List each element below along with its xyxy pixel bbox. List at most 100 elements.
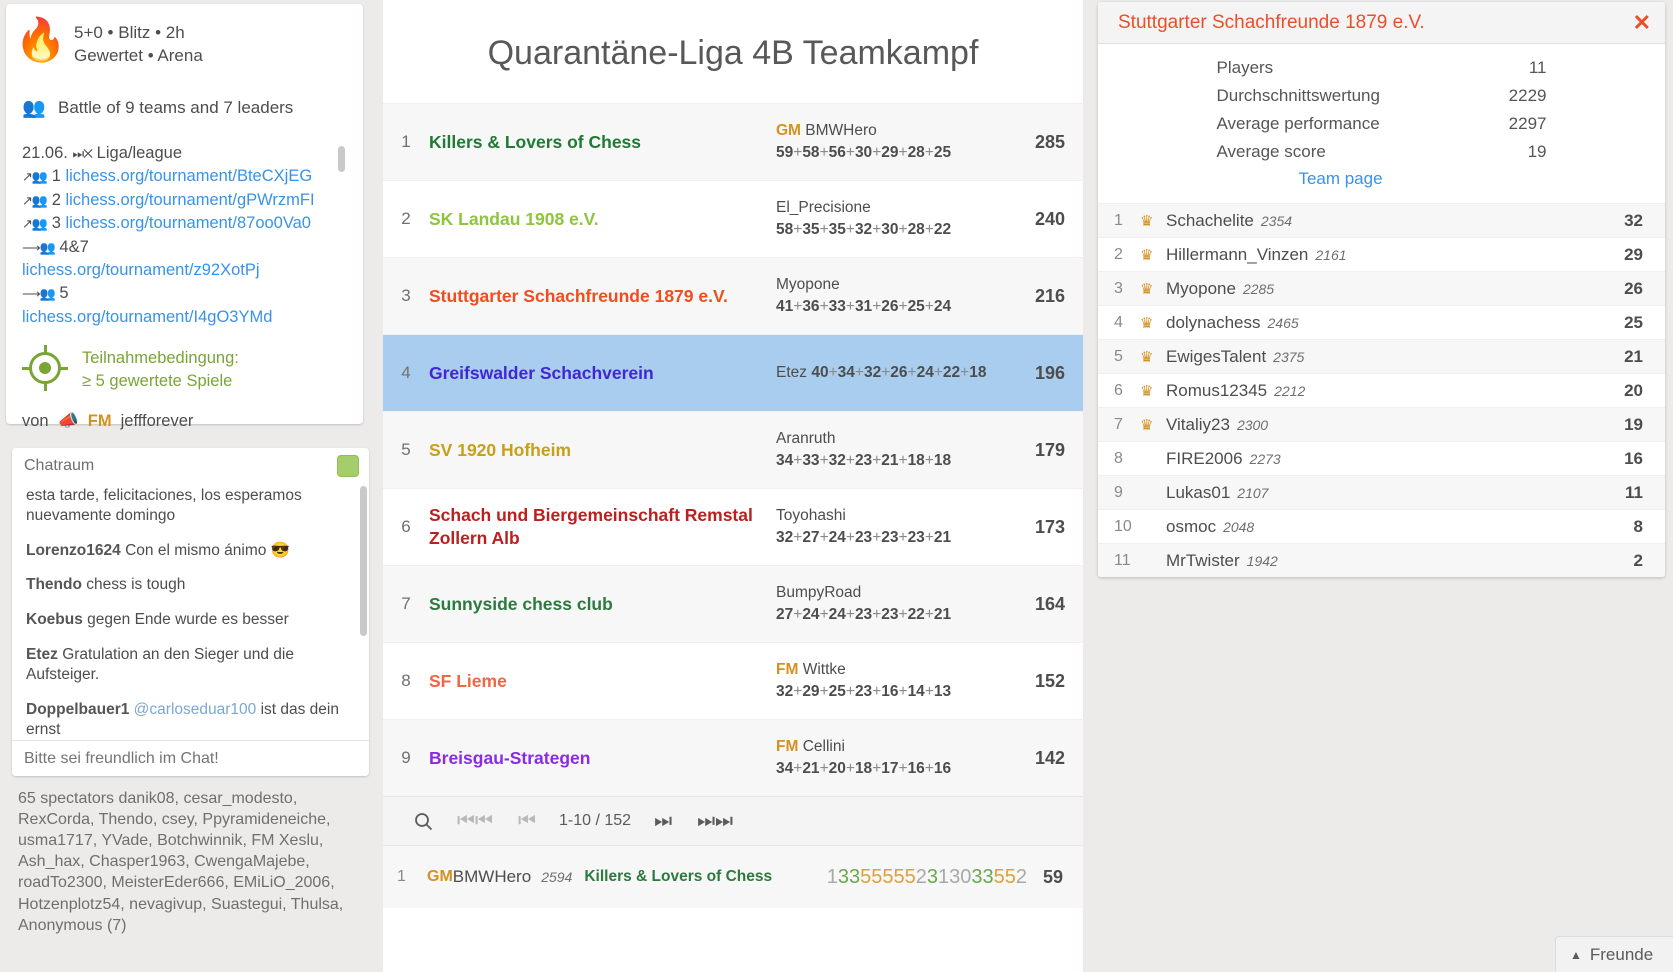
stat-label: Average performance	[1216, 114, 1380, 133]
member-rank: 4	[1114, 313, 1123, 331]
team-name[interactable]: Breisgau-Strategen	[429, 747, 776, 770]
team-name[interactable]: SF Lieme	[429, 670, 776, 693]
chat-mention[interactable]: @carloseduar100	[134, 701, 257, 718]
leader-score: 21	[802, 760, 820, 777]
leader-score: 23	[854, 683, 873, 700]
player-score-sheet: 133555552313033552	[827, 866, 1043, 889]
chat-user[interactable]: Koebus	[26, 611, 83, 628]
leader-name[interactable]: BumpyRoad	[776, 584, 861, 601]
table-row[interactable]: 4 Greifswalder Schachverein Etez 40+34+32+…	[383, 334, 1083, 411]
list-item[interactable]: 2 ♛ Hillermann_Vinzen 2161 29	[1098, 237, 1665, 271]
team-name[interactable]: SV 1920 Hofheim	[429, 439, 776, 462]
team-name[interactable]: SK Landau 1908 e.V.	[429, 208, 776, 231]
leader-title: FM	[776, 737, 799, 755]
chat-user[interactable]: Lorenzo1624	[26, 542, 121, 559]
table-row[interactable]: 8 SF Lieme FM Wittke 32+29+25+23+16+14+13 1…	[383, 642, 1083, 719]
player-standings-row[interactable]: 1 GM BMWHero 2594 Killers & Lovers of Ch…	[383, 846, 1083, 908]
list-item[interactable]: 9 Lukas01 2107 11	[1098, 475, 1665, 509]
score-digit: 2	[1015, 865, 1027, 888]
friends-label: Freunde	[1589, 944, 1654, 964]
list-item: Etez Gratulation an den Sieger und die A…	[26, 645, 355, 686]
leader-name[interactable]: Etez	[776, 364, 807, 381]
stat-label: Durchschnittswertung	[1216, 86, 1380, 105]
leader-name[interactable]: Aranruth	[776, 430, 835, 447]
leader-name[interactable]: BMWHero	[805, 122, 876, 139]
chat-user[interactable]: Doppelbauer1	[26, 701, 129, 718]
table-row[interactable]: 7 Sunnyside chess club BumpyRoad 27+24+24+…	[383, 565, 1083, 642]
crown-icon: ♛	[1140, 382, 1154, 400]
member-name[interactable]: dolynachess	[1166, 313, 1261, 333]
team-stats: Players 11 Durchschnittswertung 2229 Ave…	[1098, 44, 1665, 203]
leader-score: 32	[828, 452, 846, 469]
member-name[interactable]: EwigesTalent	[1166, 347, 1266, 367]
team-name[interactable]: Sunnyside chess club	[429, 593, 776, 616]
next-page-button[interactable]: ⏭	[637, 801, 689, 841]
friends-widget[interactable]: ▲ Freunde	[1555, 936, 1673, 972]
prev-page-button[interactable]: ⏮	[501, 801, 553, 841]
list-item[interactable]: 6 ♛ Romus12345 2212 20	[1098, 373, 1665, 407]
chat-scrollbar[interactable]	[360, 486, 367, 636]
list-item[interactable]: 10 osmoc 2048 8	[1098, 509, 1665, 543]
leader-name[interactable]: Myopone	[776, 276, 840, 293]
team-name[interactable]: Stuttgarter Schachfreunde 1879 e.V.	[429, 285, 776, 308]
list-item[interactable]: 8 FIRE2006 2273 16	[1098, 441, 1665, 475]
table-row[interactable]: 9 Breisgau-Strategen FM Cellini 34+21+20+1…	[383, 719, 1083, 796]
table-row[interactable]: 1 Killers & Lovers of Chess GM BMWHero 59+…	[383, 103, 1083, 180]
list-item[interactable]: 7 ♛ Vitaliy23 2300 19	[1098, 407, 1665, 441]
table-row[interactable]: 3 Stuttgarter Schachfreunde 1879 e.V. Myop…	[383, 257, 1083, 334]
chat-user[interactable]: Thendo	[26, 576, 82, 593]
list-item[interactable]: 5 ♛ EwigesTalent 2375 21	[1098, 339, 1665, 373]
team-leader-scores: Etez 40+34+32+26+24+22+18	[776, 363, 987, 381]
member-name[interactable]: Vitaliy23	[1166, 415, 1230, 435]
chat-toggle-button[interactable]	[337, 455, 359, 477]
member-rating: 2354	[1260, 212, 1293, 229]
table-row[interactable]: 5 SV 1920 Hofheim Aranruth 34+33+32+23+21+…	[383, 411, 1083, 488]
player-name[interactable]: BMWHero	[453, 867, 531, 887]
search-icon[interactable]	[397, 801, 449, 841]
table-row[interactable]: 6 Schach und Biergemeinschaft Remstal Zol…	[383, 488, 1083, 565]
score-digit: 5	[993, 865, 1005, 888]
member-name[interactable]: MrTwister	[1166, 551, 1240, 571]
member-name[interactable]: Hillermann_Vinzen	[1166, 245, 1308, 265]
tournament-link-3[interactable]: lichess.org/tournament/87oo0Va0	[65, 214, 311, 232]
entry-condition: Teilnahmebedingung: ≥ 5 gewertete Spiele	[22, 345, 347, 393]
tournament-link-2[interactable]: lichess.org/tournament/gPWrzmFI	[65, 191, 314, 209]
stat-label: Average score	[1216, 142, 1326, 161]
member-name[interactable]: Schachelite	[1166, 211, 1254, 231]
leader-name[interactable]: El_Precisione	[776, 199, 871, 216]
tournament-link-5[interactable]: lichess.org/tournament/I4gO3YMd	[22, 308, 272, 326]
team-name[interactable]: Greifswalder Schachverein	[429, 362, 776, 385]
member-name[interactable]: osmoc	[1166, 517, 1216, 537]
description-scrollbar[interactable]	[338, 145, 345, 172]
player-team[interactable]: Killers & Lovers of Chess	[584, 868, 772, 886]
tournament-link-4[interactable]: lichess.org/tournament/z92XotPj	[22, 261, 260, 279]
tournament-link-1[interactable]: lichess.org/tournament/BteCXjEG	[65, 167, 312, 185]
leader-score: 32	[776, 529, 794, 546]
list-item[interactable]: 3 ♛ Myopone 2285 26	[1098, 271, 1665, 305]
member-name[interactable]: Romus12345	[1166, 381, 1267, 401]
crown-icon: ♛	[1140, 314, 1154, 332]
team-page-link[interactable]: Team page	[1298, 169, 1382, 189]
chat-user[interactable]: Etez	[26, 646, 58, 663]
leader-name[interactable]: Toyohashi	[776, 507, 846, 524]
crown-icon: ♛	[1140, 416, 1154, 434]
list-item[interactable]: 4 ♛ dolynachess 2465 25	[1098, 305, 1665, 339]
leader-name[interactable]: Wittke	[803, 661, 846, 678]
chat-scroll-area[interactable]: equipo killers & Lovers of Chess, gran t…	[12, 484, 369, 734]
author-name[interactable]: jeffforever	[121, 412, 194, 431]
team-name[interactable]: Schach und Biergemeinschaft Remstal Zoll…	[429, 504, 776, 550]
member-name[interactable]: FIRE2006	[1166, 449, 1243, 469]
table-row[interactable]: 2 SK Landau 1908 e.V. El_Precisione 58+35+…	[383, 180, 1083, 257]
list-item[interactable]: 11 MrTwister 1942 2	[1098, 543, 1665, 577]
member-name[interactable]: Myopone	[1166, 279, 1236, 299]
chat-input[interactable]	[12, 740, 369, 776]
member-name[interactable]: Lukas01	[1166, 483, 1230, 503]
member-rating: 2465	[1267, 314, 1299, 331]
list-item[interactable]: 1 ♛ Schachelite 2354 32	[1098, 203, 1665, 237]
close-icon[interactable]: ✕	[1633, 11, 1651, 34]
score-digit: 5	[860, 865, 872, 888]
leader-name[interactable]: Cellini	[803, 738, 845, 755]
last-page-button[interactable]: ⏭⏭	[689, 801, 741, 841]
team-name[interactable]: Killers & Lovers of Chess	[429, 131, 776, 154]
first-page-button[interactable]: ⏮⏮	[449, 801, 501, 841]
